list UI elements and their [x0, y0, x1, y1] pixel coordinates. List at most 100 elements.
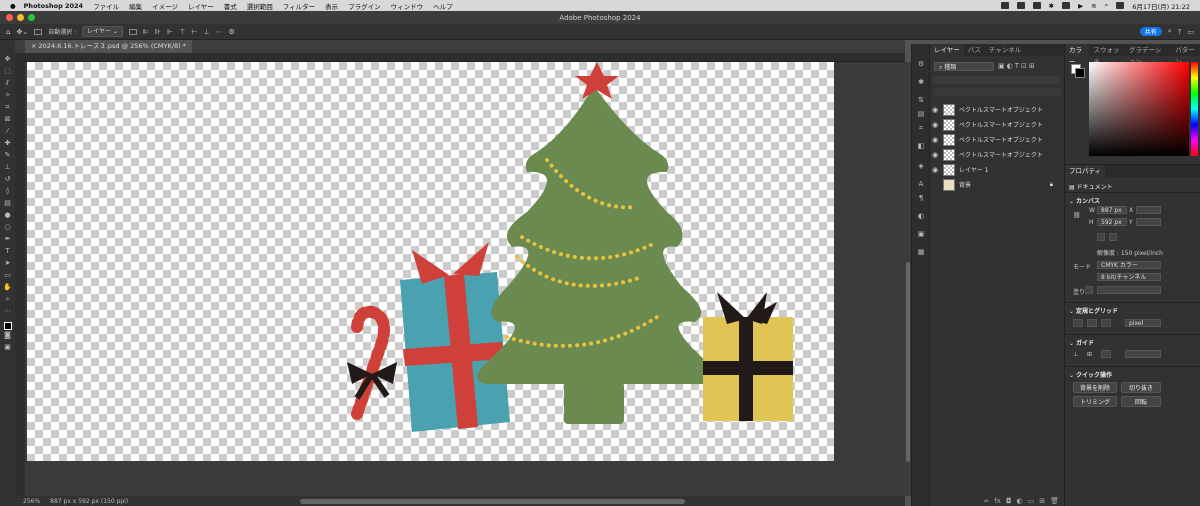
- stamp-tool-icon[interactable]: ⊥: [3, 164, 12, 171]
- share-button[interactable]: 共有: [1139, 27, 1162, 36]
- frame-tool-icon[interactable]: ⊠: [3, 116, 12, 123]
- lasso-tool-icon[interactable]: ℓ: [3, 80, 12, 87]
- bit-depth-dropdown[interactable]: 8 bit/チャンネル: [1097, 273, 1161, 281]
- new-layer-icon[interactable]: ⊞: [1039, 497, 1045, 505]
- blur-tool-icon[interactable]: ●: [3, 212, 12, 219]
- character-panel-icon[interactable]: A: [916, 180, 926, 188]
- learn-icon[interactable]: ⌗: [916, 124, 926, 132]
- auto-select-dropdown[interactable]: レイヤー ⌄: [82, 26, 123, 37]
- dodge-tool-icon[interactable]: ○: [3, 224, 12, 231]
- bluetooth-icon[interactable]: ✱: [1049, 2, 1054, 10]
- eraser-tool-icon[interactable]: ◊: [3, 188, 12, 195]
- menu-window[interactable]: ウィンドウ: [391, 1, 424, 11]
- tab-gradients[interactable]: グラデーション: [1125, 44, 1171, 66]
- control-center-icon[interactable]: [1116, 2, 1125, 9]
- grid-toggle-button[interactable]: [1087, 319, 1097, 327]
- rulers-grid-section-header[interactable]: ⌄ 定規とグリッド: [1069, 306, 1118, 315]
- layer-filter-dropdown[interactable]: ⌕ 種類: [934, 62, 994, 71]
- fill-dropdown[interactable]: [1097, 286, 1161, 294]
- delete-layer-icon[interactable]: 🗑︎: [1050, 497, 1059, 505]
- timeline-panel-icon[interactable]: ▦: [916, 248, 926, 256]
- menu-layer[interactable]: レイヤー: [188, 1, 214, 11]
- zoom-level[interactable]: 256%: [23, 498, 40, 505]
- remove-background-button[interactable]: 背景を削除: [1073, 382, 1117, 393]
- distribute-icon[interactable]: ⋯: [216, 28, 223, 36]
- layer-row[interactable]: ◉ ベクトルスマートオブジェクト: [930, 102, 1065, 117]
- ruler-toggle-button[interactable]: [1073, 319, 1083, 327]
- guides-section-header[interactable]: ⌄ ガイド: [1069, 338, 1094, 347]
- layer-row[interactable]: ◉ ベクトルスマートオブジェクト: [930, 147, 1065, 162]
- status-app-icon[interactable]: [1032, 2, 1041, 9]
- glyphs-panel-icon[interactable]: ◐: [916, 212, 926, 220]
- color-mode-dropdown[interactable]: CMYK カラー: [1097, 261, 1161, 269]
- link-dimensions-icon[interactable]: ⛓: [1073, 212, 1081, 219]
- pen-tool-icon[interactable]: ✒: [3, 236, 12, 243]
- play-icon[interactable]: ▶: [1078, 2, 1083, 10]
- menu-image[interactable]: イメージ: [152, 1, 178, 11]
- shape-tool-icon[interactable]: ▭: [3, 272, 12, 279]
- visibility-eye-icon[interactable]: ◉: [930, 121, 940, 129]
- link-layers-icon[interactable]: ∞: [984, 497, 990, 505]
- 3d-panel-icon[interactable]: ◈: [916, 162, 926, 170]
- new-group-icon[interactable]: ▭: [1028, 497, 1035, 505]
- help-icon[interactable]: ?: [1178, 28, 1182, 36]
- screen-mode-icon[interactable]: ▣: [3, 344, 12, 351]
- background-color-swatch[interactable]: [1075, 68, 1085, 78]
- width-field[interactable]: 887 px: [1097, 206, 1127, 214]
- layer-row[interactable]: ◉ ベクトルスマートオブジェクト: [930, 117, 1065, 132]
- add-mask-icon[interactable]: ◘: [1006, 497, 1012, 505]
- document-tab[interactable]: × 2024.6.16.トレース３.psd @ 256% (CMYK/8) *: [25, 40, 192, 53]
- tab-patterns[interactable]: パターン: [1171, 44, 1200, 66]
- quick-mask-icon[interactable]: ◙: [3, 332, 12, 339]
- y-field[interactable]: [1136, 218, 1161, 226]
- fill-swatch[interactable]: [1085, 286, 1093, 294]
- transform-controls-checkbox[interactable]: [128, 28, 137, 35]
- status-app-icon[interactable]: [1062, 2, 1071, 9]
- status-app-icon[interactable]: [1000, 2, 1009, 9]
- gradient-tool-icon[interactable]: ▤: [3, 200, 12, 207]
- history-panel-icon[interactable]: ⚙: [916, 60, 926, 68]
- menu-type[interactable]: 書式: [224, 1, 237, 11]
- zoom-tool-icon[interactable]: ⌕: [3, 296, 12, 303]
- layer-style-icon[interactable]: fx: [994, 497, 1001, 505]
- align-middle-icon[interactable]: ⊢: [191, 28, 197, 36]
- info-panel-icon[interactable]: ◧: [916, 142, 926, 150]
- quick-actions-section-header[interactable]: ⌄ クイック操作: [1069, 370, 1112, 379]
- brush-settings-icon[interactable]: ✱: [916, 78, 926, 86]
- menu-file[interactable]: ファイル: [93, 1, 119, 11]
- adjustments-icon[interactable]: ⇅: [916, 96, 926, 104]
- home-icon[interactable]: ⌂: [6, 28, 10, 36]
- visibility-eye-icon[interactable]: ◉: [930, 136, 940, 144]
- portrait-orientation-button[interactable]: [1097, 233, 1105, 241]
- guide-color-dropdown[interactable]: [1125, 350, 1161, 358]
- layer-row[interactable]: ◉ ベクトルスマートオブジェクト: [930, 132, 1065, 147]
- menu-filter[interactable]: フィルター: [283, 1, 315, 11]
- crop-button[interactable]: 切り抜き: [1121, 382, 1161, 393]
- hand-tool-icon[interactable]: ✋: [3, 284, 12, 291]
- horizontal-scrollbar[interactable]: [300, 499, 685, 504]
- adjustment-layer-icon[interactable]: ◐: [1017, 497, 1023, 505]
- crop-tool-icon[interactable]: ⌗: [3, 104, 12, 111]
- layer-row[interactable]: ◉ レイヤー 1: [930, 162, 1065, 177]
- tab-paths[interactable]: パス: [964, 44, 985, 56]
- align-bottom-icon[interactable]: ⊥: [203, 28, 209, 36]
- foreground-color-swatch[interactable]: [3, 322, 12, 330]
- rotate-button[interactable]: 回転: [1121, 396, 1161, 407]
- align-center-icon[interactable]: ⊪: [155, 28, 161, 36]
- wifi-icon[interactable]: ≋: [1091, 2, 1096, 10]
- guide-show-icon[interactable]: ⊞: [1087, 351, 1092, 358]
- smart-guides-button[interactable]: [1101, 350, 1111, 358]
- color-picker-field[interactable]: [1089, 62, 1189, 156]
- healing-brush-icon[interactable]: ✚: [3, 140, 12, 147]
- search-icon[interactable]: ⌕: [1105, 1, 1109, 10]
- trim-button[interactable]: トリミング: [1073, 396, 1117, 407]
- ruler-units-dropdown[interactable]: pixel: [1125, 319, 1161, 327]
- tab-color[interactable]: カラー: [1065, 44, 1090, 66]
- align-left-icon[interactable]: ⊫: [143, 28, 149, 36]
- apple-icon[interactable]: ●: [10, 2, 16, 10]
- paragraph-panel-icon[interactable]: ¶: [916, 194, 926, 202]
- eyedropper-tool-icon[interactable]: ⁄: [3, 128, 12, 135]
- type-tool-icon[interactable]: T: [3, 248, 12, 255]
- lock-fill-row[interactable]: [934, 88, 1061, 96]
- move-tool-preset-icon[interactable]: ✥⌄: [16, 28, 28, 36]
